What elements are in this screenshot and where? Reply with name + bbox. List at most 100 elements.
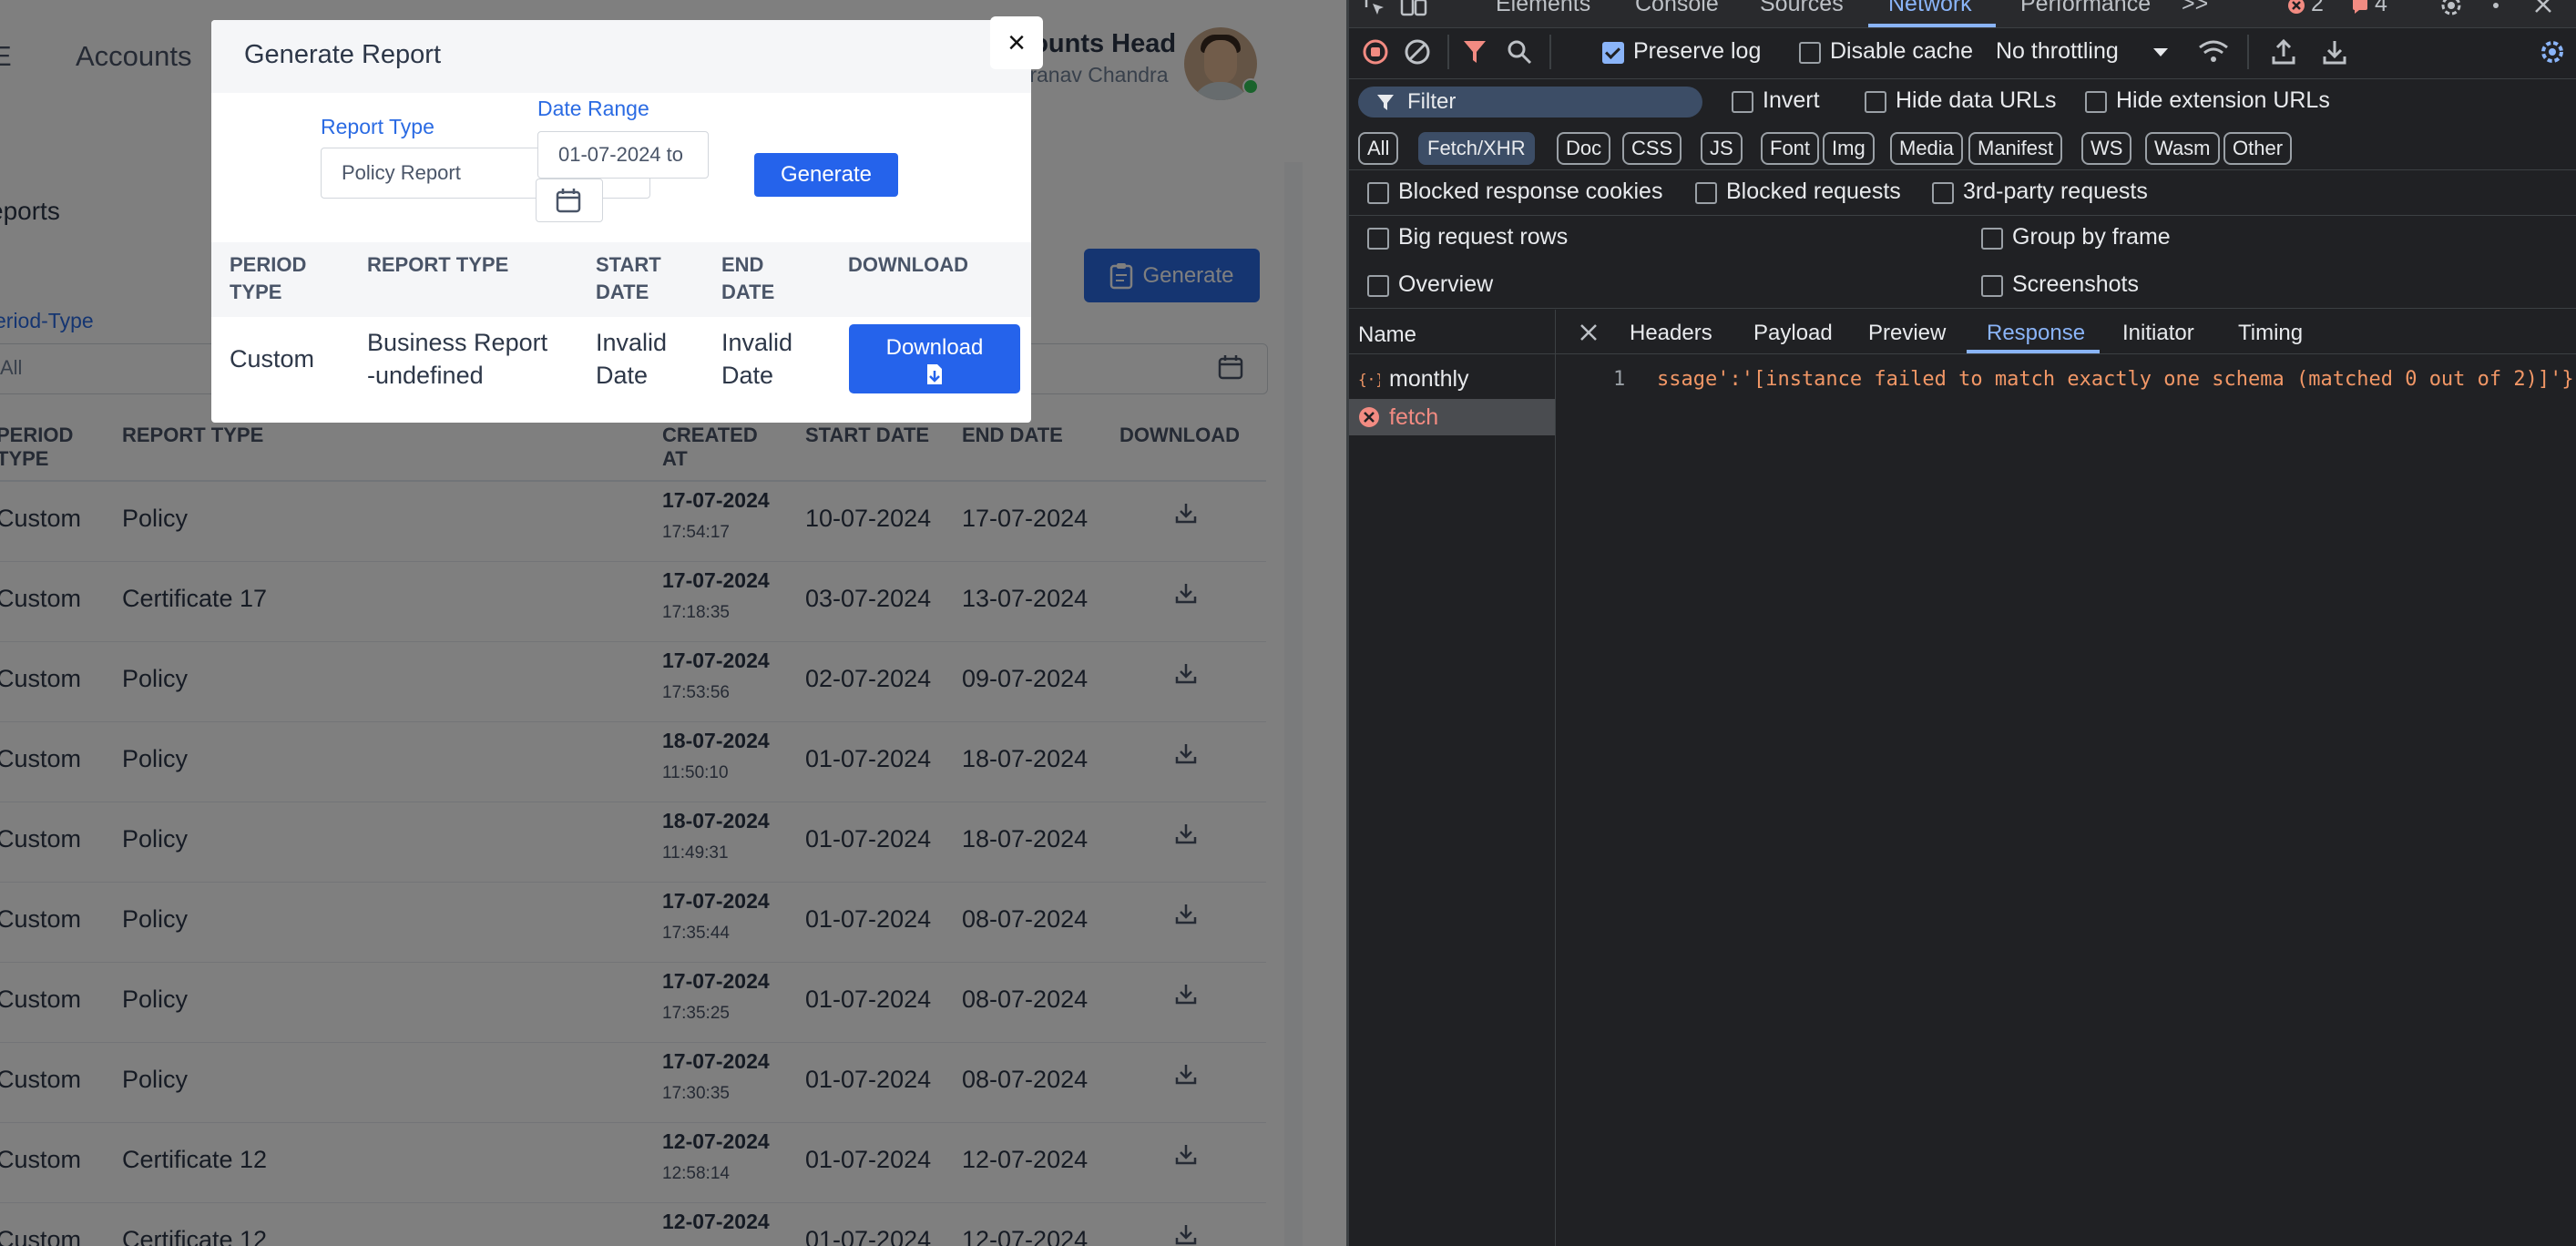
error-count[interactable]: 2	[2311, 0, 2324, 17]
blocked-requests-label: Blocked requests	[1726, 179, 1901, 204]
devtools-panel: Elements Console Sources Network Perform…	[1346, 0, 2576, 1246]
third-party-label: 3rd-party requests	[1963, 179, 2148, 204]
invert-checkbox[interactable]	[1732, 91, 1753, 113]
download-label: Download	[885, 335, 984, 360]
error-icon	[1359, 407, 1379, 427]
modal-generate-button[interactable]: Generate	[754, 153, 898, 197]
device-toolbar-icon[interactable]	[1400, 0, 1427, 18]
preserve-log-checkbox[interactable]	[1602, 42, 1624, 64]
filter-input[interactable]: Filter	[1358, 87, 1702, 117]
request-row-fetch[interactable]: fetch	[1349, 399, 1555, 435]
active-detail-tab-indicator	[1967, 350, 2100, 353]
modal-title: Generate Report	[244, 40, 442, 69]
settings-gear-icon[interactable]	[2438, 0, 2464, 18]
m-cell-period: Custom	[230, 345, 315, 373]
date-range-input[interactable]: 01-07-2024 to	[537, 131, 709, 179]
generate-report-modal: Generate Report Report Type Policy Repor…	[211, 20, 1031, 423]
more-tabs-icon[interactable]: >>	[2182, 0, 2208, 17]
tab-payload[interactable]: Payload	[1753, 321, 1833, 346]
request-row-monthly[interactable]: {·} monthly	[1349, 361, 1555, 397]
tab-initiator[interactable]: Initiator	[2122, 321, 2194, 346]
hide-extension-urls-checkbox[interactable]	[2085, 91, 2107, 113]
search-icon[interactable]	[1506, 38, 1533, 66]
response-line-number: 1	[1613, 368, 1626, 391]
m-th-period-1: PERIOD	[230, 253, 307, 276]
record-stop-icon[interactable]	[1362, 38, 1389, 66]
filter-icon[interactable]	[1462, 38, 1487, 66]
type-chip-css[interactable]: CSS	[1622, 132, 1682, 165]
m-cell-start-1: Invalid	[596, 329, 668, 356]
close-icon[interactable]	[2533, 0, 2553, 15]
screenshots-checkbox[interactable]	[1981, 275, 2003, 297]
tab-headers[interactable]: Headers	[1630, 321, 1712, 346]
tab-elements[interactable]: Elements	[1496, 0, 1590, 17]
xhr-icon: {·}	[1358, 371, 1380, 388]
m-th-end-2: DATE	[721, 281, 775, 303]
network-toolbar: Preserve log Disable cache No throttling	[1349, 27, 2576, 79]
request-name: monthly	[1389, 366, 1469, 392]
tab-preview[interactable]: Preview	[1868, 321, 1946, 346]
tab-console[interactable]: Console	[1635, 0, 1719, 17]
third-party-checkbox[interactable]	[1932, 182, 1954, 204]
group-by-frame-checkbox[interactable]	[1981, 228, 2003, 250]
overview-checkbox[interactable]	[1367, 275, 1389, 297]
more-options-icon[interactable]	[2491, 0, 2500, 18]
filter-placeholder: Filter	[1407, 89, 1457, 114]
hide-data-urls-checkbox[interactable]	[1865, 91, 1886, 113]
close-detail-icon[interactable]	[1579, 322, 1599, 342]
app-page: E Accounts Accounts Head Pranav Chandra …	[0, 0, 1346, 1246]
m-th-report-type: REPORT TYPE	[367, 253, 509, 276]
calendar-icon	[556, 189, 581, 213]
divider	[1349, 215, 2576, 216]
date-range-value: 01-07-2024 to	[558, 143, 683, 166]
inspect-element-icon[interactable]	[1364, 0, 1387, 18]
type-chip-font[interactable]: Font	[1761, 132, 1820, 165]
m-cell-report-2: -undefined	[367, 362, 484, 389]
throttling-select[interactable]: No throttling	[1996, 38, 2119, 65]
m-cell-end-1: Invalid	[721, 329, 793, 356]
blocked-requests-checkbox[interactable]	[1695, 182, 1717, 204]
tab-performance[interactable]: Performance	[2020, 0, 2151, 17]
m-th-download: DOWNLOAD	[848, 253, 968, 276]
disable-cache-checkbox[interactable]	[1799, 42, 1821, 64]
clear-icon[interactable]	[1404, 38, 1431, 66]
m-th-start-1: START	[596, 253, 661, 276]
type-chip-js[interactable]: JS	[1701, 132, 1743, 165]
disable-cache-label: Disable cache	[1830, 38, 1974, 64]
hide-data-urls-label: Hide data URLs	[1896, 87, 2057, 113]
overview-label: Overview	[1398, 271, 1494, 297]
type-chip-doc[interactable]: Doc	[1557, 132, 1611, 165]
chevron-down-icon[interactable]	[2152, 47, 2169, 58]
export-har-icon[interactable]	[2322, 38, 2347, 66]
type-chip-fetch-xhr[interactable]: Fetch/XHR	[1418, 132, 1535, 165]
network-conditions-icon[interactable]	[2198, 38, 2229, 66]
tab-response[interactable]: Response	[1987, 321, 2085, 346]
report-type-value: Policy Report	[342, 161, 461, 184]
file-download-icon	[927, 364, 942, 384]
response-body: ssage':'[instance failed to match exactl…	[1657, 368, 2574, 391]
date-range-calendar-button[interactable]	[536, 179, 603, 222]
tab-sources[interactable]: Sources	[1760, 0, 1844, 17]
warning-count[interactable]: 4	[2375, 0, 2387, 17]
modal-close-button[interactable]: ×	[990, 16, 1043, 69]
type-chip-media[interactable]: Media	[1890, 132, 1963, 165]
m-th-end-1: END	[721, 253, 764, 276]
type-chip-all[interactable]: All	[1358, 132, 1399, 165]
type-chip-wasm[interactable]: Wasm	[2145, 132, 2220, 165]
network-settings-gear-icon[interactable]	[2539, 38, 2566, 66]
blocked-cookies-label: Blocked response cookies	[1398, 179, 1663, 204]
tab-network[interactable]: Network	[1888, 0, 1972, 17]
modal-download-button[interactable]: Download	[849, 324, 1020, 393]
type-chip-other[interactable]: Other	[2223, 132, 2293, 165]
type-chip-manifest[interactable]: Manifest	[1968, 132, 2063, 165]
import-har-icon[interactable]	[2271, 38, 2296, 66]
tab-timing[interactable]: Timing	[2238, 321, 2303, 346]
group-by-frame-label: Group by frame	[2012, 224, 2171, 250]
invert-label: Invert	[1763, 87, 1820, 113]
name-column-header[interactable]: Name	[1358, 322, 1416, 348]
type-chip-ws[interactable]: WS	[2081, 132, 2132, 165]
type-chip-img[interactable]: Img	[1823, 132, 1875, 165]
blocked-cookies-checkbox[interactable]	[1367, 182, 1389, 204]
date-range-label: Date Range	[537, 97, 649, 120]
big-request-rows-checkbox[interactable]	[1367, 228, 1389, 250]
